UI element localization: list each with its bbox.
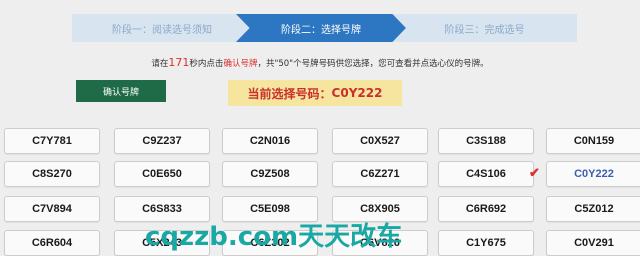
plate-option[interactable]: C6R692: [438, 196, 534, 222]
plate-option[interactable]: C5Z012: [546, 196, 640, 222]
plate-option[interactable]: C9Z237: [114, 128, 210, 154]
plate-option[interactable]: C6R604: [4, 230, 100, 256]
plate-option[interactable]: C0X527: [332, 128, 428, 154]
plate-option[interactable]: C9Z508: [222, 161, 318, 187]
plate-option-selected[interactable]: ✔ C0Y222: [529, 161, 640, 187]
plate-option[interactable]: C4S106: [438, 161, 534, 187]
plate-option[interactable]: C0N159: [546, 128, 640, 154]
plate-option[interactable]: C3S188: [438, 128, 534, 154]
checkmark-icon: ✔: [529, 165, 540, 180]
plate-option[interactable]: C8S270: [4, 161, 100, 187]
site-watermark: cqzzb.com天天改车: [145, 222, 403, 252]
selected-plate-label: C0Y222: [574, 168, 614, 180]
plate-option[interactable]: C7Y781: [4, 128, 100, 154]
plate-option[interactable]: C0E650: [114, 161, 210, 187]
plate-option[interactable]: C0V291: [546, 230, 640, 256]
plate-option[interactable]: C6Z271: [332, 161, 428, 187]
plate-option[interactable]: C7V894: [4, 196, 100, 222]
plate-option[interactable]: C2N016: [222, 128, 318, 154]
plate-option[interactable]: C1Y675: [438, 230, 534, 256]
